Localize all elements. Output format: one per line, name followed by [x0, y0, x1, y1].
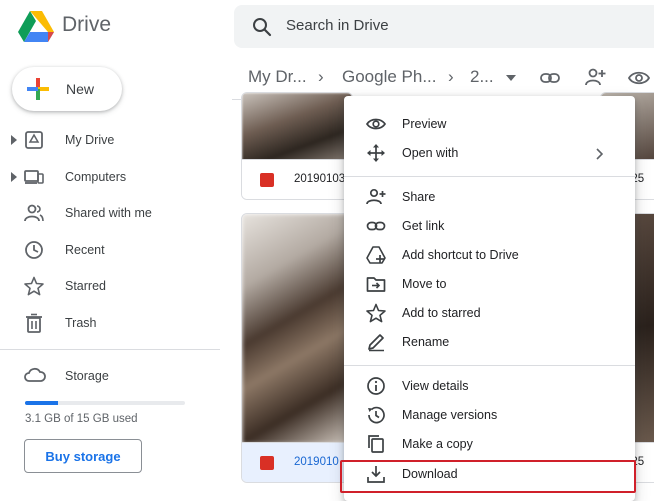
caret-down-icon[interactable]	[505, 74, 517, 82]
file-card[interactable]: 20190103	[241, 92, 353, 200]
menu-item-manage-versions[interactable]: Manage versions	[344, 401, 635, 430]
eye-icon[interactable]	[628, 67, 650, 89]
menu-item-share[interactable]: Share	[344, 183, 635, 212]
add-shortcut-icon	[366, 246, 386, 264]
context-menu: Preview Open with Share Get link Add sho…	[344, 96, 635, 501]
menu-item-label: Rename	[402, 335, 450, 349]
sidebar-item-my-drive[interactable]: My Drive	[0, 122, 220, 159]
new-button[interactable]: New	[12, 67, 122, 111]
breadcrumb-separator: ›	[318, 67, 324, 86]
file-card-selected[interactable]: 2019010	[241, 213, 353, 483]
link-icon[interactable]	[539, 67, 561, 89]
menu-item-move-to[interactable]: Move to	[344, 270, 635, 299]
trash-icon	[26, 313, 42, 333]
menu-item-rename[interactable]: Rename	[344, 328, 635, 357]
menu-item-label: Make a copy	[402, 437, 473, 451]
pencil-icon	[368, 334, 384, 352]
menu-item-open-with[interactable]: Open with	[344, 139, 635, 168]
file-thumbnail[interactable]	[242, 214, 352, 444]
image-file-icon	[260, 456, 274, 470]
eye-icon	[366, 118, 386, 130]
search-input[interactable]: Search in Drive	[286, 17, 389, 34]
person-add-icon	[366, 188, 386, 205]
computers-icon	[24, 169, 44, 184]
plus-icon	[27, 78, 49, 100]
drive-logo-icon[interactable]	[18, 10, 54, 42]
sidebar-item-label: Trash	[65, 315, 97, 330]
sidebar-item-computers[interactable]: Computers	[0, 159, 220, 196]
top-header: Drive Search in Drive	[0, 0, 654, 56]
sidebar-item-label: Recent	[65, 242, 105, 257]
buy-storage-label: Buy storage	[45, 449, 121, 464]
expand-arrow-icon[interactable]	[10, 171, 18, 183]
breadcrumb-item-current[interactable]: 2...	[470, 67, 494, 87]
file-name: 2019010	[294, 456, 339, 468]
menu-item-label: Move to	[402, 277, 447, 291]
info-icon	[367, 377, 385, 395]
sidebar-item-label: Computers	[65, 169, 127, 184]
menu-divider	[344, 176, 635, 177]
menu-item-view-details[interactable]: View details	[344, 372, 635, 401]
download-icon	[367, 466, 385, 483]
history-icon	[368, 406, 385, 424]
search-bar[interactable]: Search in Drive	[234, 5, 654, 48]
storage-used-text: 3.1 GB of 15 GB used	[25, 413, 138, 425]
menu-item-label: Get link	[402, 219, 445, 233]
menu-item-label: Preview	[402, 117, 447, 131]
menu-item-download[interactable]: Download	[344, 460, 635, 489]
clock-icon	[25, 240, 43, 259]
storage-progress-bar	[25, 401, 185, 405]
menu-divider	[344, 365, 635, 366]
shared-icon	[24, 204, 44, 222]
menu-item-label: Open with	[402, 146, 459, 160]
expand-arrow-icon[interactable]	[10, 134, 18, 146]
menu-item-make-copy[interactable]: Make a copy	[344, 430, 635, 459]
image-file-icon	[260, 173, 274, 187]
sidebar-item-starred[interactable]: Starred	[0, 268, 220, 305]
menu-item-label: Add to starred	[402, 306, 481, 320]
menu-item-add-shortcut[interactable]: Add shortcut to Drive	[344, 241, 635, 270]
file-card-footer[interactable]: 2019010	[242, 442, 352, 482]
menu-item-preview[interactable]: Preview	[344, 110, 635, 139]
new-button-label: New	[66, 81, 95, 97]
breadcrumb-item[interactable]: My Dr...	[248, 67, 307, 87]
star-icon	[366, 303, 386, 323]
file-thumbnail[interactable]	[242, 93, 352, 161]
storage-label[interactable]: Storage	[65, 369, 109, 383]
buy-storage-button[interactable]: Buy storage	[24, 439, 142, 473]
menu-item-label: Add shortcut to Drive	[402, 248, 519, 262]
sidebar-divider	[0, 349, 220, 350]
link-icon	[366, 221, 386, 231]
search-icon[interactable]	[252, 17, 272, 37]
file-name: 20190103	[294, 173, 346, 185]
menu-item-label: Share	[402, 190, 436, 204]
cloud-icon	[24, 367, 46, 382]
sidebar-nav: My Drive Computers Shared with me Recent…	[0, 122, 220, 342]
chevron-right-icon	[596, 148, 603, 160]
move-arrows-icon	[367, 144, 385, 162]
storage-progress-fill	[25, 401, 59, 405]
copy-icon	[368, 435, 384, 453]
star-icon	[24, 277, 44, 296]
file-card-footer[interactable]: 20190103	[242, 159, 352, 199]
my-drive-icon	[25, 131, 43, 149]
sidebar-item-recent[interactable]: Recent	[0, 232, 220, 269]
menu-item-label: View details	[402, 379, 469, 393]
sidebar-item-label: My Drive	[65, 133, 115, 147]
menu-item-add-starred[interactable]: Add to starred	[344, 299, 635, 328]
person-add-icon[interactable]	[584, 66, 606, 88]
sidebar-item-label: Shared with me	[65, 206, 152, 221]
folder-move-icon	[366, 277, 386, 292]
menu-item-label: Manage versions	[402, 408, 498, 422]
sidebar-item-shared[interactable]: Shared with me	[0, 195, 220, 232]
menu-item-get-link[interactable]: Get link	[344, 212, 635, 241]
breadcrumb-item[interactable]: Google Ph...	[342, 67, 437, 87]
menu-item-label: Download	[402, 467, 458, 481]
sidebar-item-trash[interactable]: Trash	[0, 305, 220, 342]
sidebar-item-label: Starred	[65, 279, 106, 294]
app-brand: Drive	[62, 13, 112, 36]
breadcrumb-separator: ›	[448, 67, 454, 86]
